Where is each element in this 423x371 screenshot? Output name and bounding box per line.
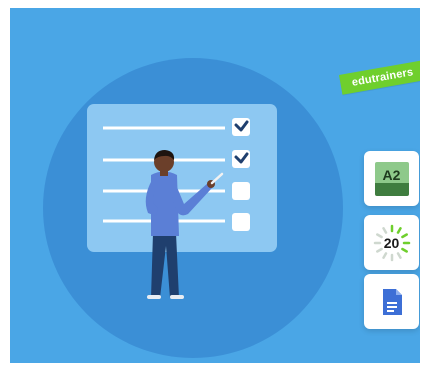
language-level-icon: A2 <box>374 161 409 196</box>
document-icon <box>382 288 402 315</box>
checkbox-empty <box>232 213 250 231</box>
timer-card[interactable]: 20 <box>364 215 419 270</box>
checkbox-empty <box>232 182 250 200</box>
language-level-card[interactable]: A2 <box>364 151 419 206</box>
promo-banner: edutrainers A2 20 <box>10 8 420 363</box>
checklist-illustration <box>43 58 343 358</box>
page: edutrainers A2 20 <box>0 0 423 371</box>
checkbox-checked <box>232 118 250 136</box>
checkbox-checked <box>232 150 250 168</box>
timer-value: 20 <box>383 234 400 251</box>
document-card[interactable] <box>364 274 419 329</box>
timer-icon: 20 <box>372 223 412 263</box>
language-level-label: A2 <box>382 166 401 183</box>
